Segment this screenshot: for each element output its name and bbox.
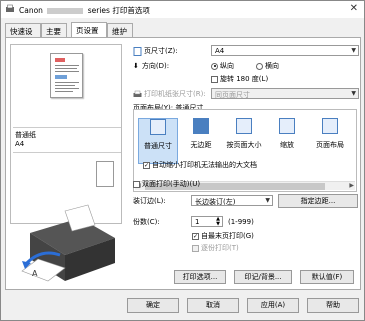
page-preview bbox=[50, 53, 83, 98]
page-setup-panel: 普通纸 A4 A 页尺寸(Z): A4 ▼ ⬇ 方向(D): 纵向 横向 旋转 … bbox=[5, 37, 361, 290]
layout-page-layout[interactable]: 页面布局 bbox=[310, 118, 350, 164]
auto-reduce-checkbox[interactable]: ✓ 自动缩小打印机无法输出的大文档 bbox=[143, 160, 257, 170]
chevron-down-icon: ▼ bbox=[265, 197, 270, 204]
checkbox[interactable] bbox=[211, 75, 218, 83]
printing-preferences-window: Canon series 打印首选项 ✕ 快速设置 主要 页设置 维护 普通纸 bbox=[0, 0, 365, 321]
paper-icon bbox=[96, 161, 114, 187]
checkbox-disabled[interactable] bbox=[192, 244, 199, 252]
tab-main[interactable]: 主要 bbox=[41, 23, 67, 37]
copies-label: 份数(C): bbox=[133, 218, 160, 226]
ok-button[interactable]: 确定 bbox=[127, 298, 179, 313]
tab-page-setup[interactable]: 页设置 bbox=[71, 22, 107, 37]
rotate-180-checkbox[interactable]: 旋转 180 度(L) bbox=[211, 74, 268, 84]
window-title: Canon series 打印首选项 bbox=[19, 6, 150, 15]
binding-side-label: 装订边(L): bbox=[133, 197, 166, 205]
layout-normal-size[interactable]: 普通尺寸 bbox=[138, 118, 178, 164]
spin-arrows-icon[interactable]: ▲ ▼ bbox=[216, 217, 220, 227]
layout-borderless[interactable]: 无边距 bbox=[181, 118, 221, 164]
layout-fit-to-page[interactable]: 按页面大小 bbox=[224, 118, 264, 164]
copies-input[interactable]: 1 ▲ ▼ bbox=[191, 216, 223, 227]
scaled-icon bbox=[279, 118, 295, 134]
media-type: 普通纸 bbox=[15, 131, 36, 139]
apply-button[interactable]: 应用(A) bbox=[247, 298, 299, 313]
normal-size-icon bbox=[150, 119, 166, 135]
tab-quick-setup[interactable]: 快速设置 bbox=[5, 23, 41, 47]
print-from-last-checkbox[interactable]: ✓ 自最末页打印(G) bbox=[192, 231, 254, 241]
scroll-right-icon[interactable]: ▶ bbox=[349, 182, 354, 189]
svg-text:A: A bbox=[32, 269, 38, 278]
printer-small-icon bbox=[133, 90, 142, 97]
help-button[interactable]: 帮助 bbox=[307, 298, 359, 313]
fit-to-page-icon bbox=[236, 118, 252, 134]
page-size-label: 页尺寸(Z): bbox=[133, 46, 178, 56]
title-bar: Canon series 打印首选项 ✕ bbox=[1, 1, 364, 18]
duplex-checkbox[interactable]: 双面打印(手动)(U) bbox=[133, 179, 200, 189]
checkbox[interactable] bbox=[133, 180, 140, 188]
page-layout-icon bbox=[322, 118, 338, 134]
collate-checkbox[interactable]: 逐份打印(T) bbox=[192, 243, 239, 253]
binding-side-select[interactable]: 长边装订(左) ▼ bbox=[191, 195, 273, 206]
media-info: 普通纸 A4 bbox=[13, 127, 121, 153]
cancel-button[interactable]: 取消 bbox=[187, 298, 239, 313]
orientation-portrait-radio[interactable]: 纵向 bbox=[211, 61, 234, 71]
orientation-label: ⬇ 方向(D): bbox=[133, 62, 170, 70]
radio-button[interactable] bbox=[256, 62, 263, 70]
chevron-down-icon: ▼ bbox=[351, 47, 356, 54]
printer-paper-size-label: 打印机纸张尺寸(R): bbox=[133, 89, 206, 99]
close-icon[interactable]: ✕ bbox=[350, 3, 358, 14]
defaults-button[interactable]: 默认值(F) bbox=[300, 270, 354, 284]
layout-scaled[interactable]: 缩放 bbox=[267, 118, 307, 164]
printer-illustration-icon: A bbox=[21, 204, 115, 282]
page-size-icon bbox=[133, 46, 142, 56]
specify-margin-button[interactable]: 指定边距... bbox=[278, 194, 358, 208]
checkbox-checked[interactable]: ✓ bbox=[143, 161, 150, 169]
orientation-landscape-radio[interactable]: 横向 bbox=[256, 61, 279, 71]
borderless-icon bbox=[193, 118, 209, 134]
checkbox-checked[interactable]: ✓ bbox=[192, 232, 199, 240]
print-options-button[interactable]: 打印选项... bbox=[174, 270, 226, 284]
printer-paper-size-select[interactable]: 同页面尺寸 ▼ bbox=[211, 88, 359, 99]
media-size: A4 bbox=[15, 140, 25, 148]
tab-maintenance[interactable]: 维护 bbox=[107, 23, 133, 37]
radio-button-selected[interactable] bbox=[211, 62, 218, 70]
page-size-select[interactable]: A4 ▼ bbox=[211, 45, 359, 56]
printer-icon bbox=[6, 4, 14, 12]
stamp-background-button[interactable]: 印记/背景... bbox=[234, 270, 292, 284]
chevron-down-icon: ▼ bbox=[351, 90, 356, 97]
copies-range: (1-999) bbox=[228, 218, 254, 226]
